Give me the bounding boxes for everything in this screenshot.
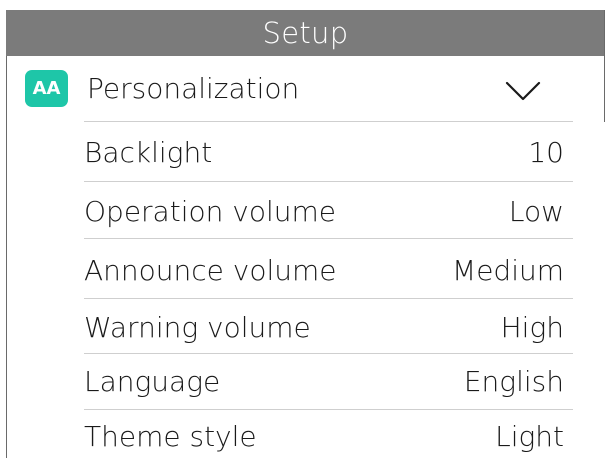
setting-label: Language (84, 364, 221, 398)
setting-label: Backlight (84, 135, 213, 169)
divider (84, 353, 573, 354)
setting-label: Theme style (84, 419, 257, 453)
divider (84, 409, 573, 410)
setting-row-operation-volume[interactable]: Operation volume Low (84, 189, 573, 233)
chevron-down-icon[interactable] (503, 79, 543, 103)
setting-label: Announce volume (84, 253, 337, 287)
setting-label: Warning volume (84, 310, 311, 344)
setting-row-language[interactable]: Language English (84, 359, 573, 403)
setting-label: Operation volume (84, 194, 336, 228)
setting-value: Low (508, 194, 564, 228)
page-title: Setup (262, 15, 349, 50)
setting-value: Light (495, 419, 564, 453)
setting-value: 10 (528, 135, 564, 169)
setting-value: English (463, 364, 564, 398)
setting-row-backlight[interactable]: Backlight 10 (84, 130, 573, 174)
divider (84, 238, 573, 239)
setting-row-theme-style[interactable]: Theme style Light (84, 414, 573, 458)
divider (84, 121, 573, 122)
title-bar: Setup (6, 10, 605, 56)
divider (84, 181, 573, 182)
setting-value: High (500, 310, 564, 344)
panel-right-border (604, 10, 605, 122)
section-title-personalization: Personalization (87, 72, 300, 105)
setup-screen: Setup AA Personalization Backlight 10 Op… (0, 0, 606, 458)
text-size-icon: AA (25, 70, 68, 107)
panel-left-border (6, 56, 7, 458)
setting-row-announce-volume[interactable]: Announce volume Medium (84, 248, 573, 292)
divider (84, 298, 573, 299)
setting-row-warning-volume[interactable]: Warning volume High (84, 305, 573, 349)
text-size-icon-glyph: AA (32, 78, 61, 99)
setting-value: Medium (452, 253, 564, 287)
